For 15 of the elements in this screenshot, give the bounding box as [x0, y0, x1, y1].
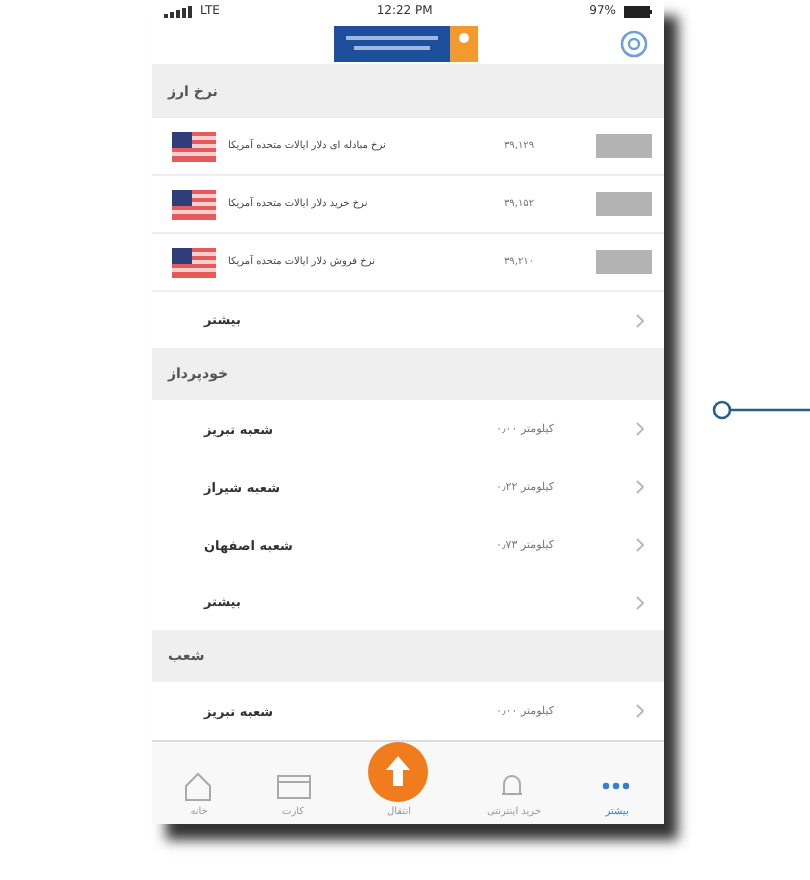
battery-icon [623, 5, 652, 18]
settings-icon [620, 29, 648, 58]
chevron-icon [636, 595, 644, 609]
chevron-icon [636, 422, 644, 436]
card-icon [275, 770, 312, 802]
bank-logo [334, 25, 478, 62]
callout-line [710, 400, 810, 420]
chevron-icon [636, 480, 644, 494]
signal-icon [164, 5, 192, 18]
flag-icon [172, 189, 216, 219]
flag-icon [172, 131, 216, 161]
chevron-icon [636, 313, 644, 327]
chevron-icon [636, 704, 644, 718]
flag-icon [172, 247, 216, 277]
chevron-icon [636, 538, 644, 552]
